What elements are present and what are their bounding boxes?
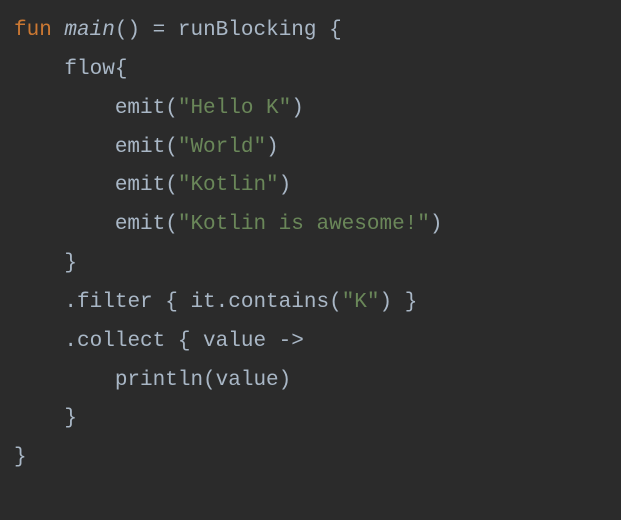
string-literal: "Kotlin is awesome!"	[178, 213, 430, 236]
string-literal: "K"	[342, 291, 380, 314]
code-line-8: .filter { it.contains("K") }	[14, 284, 607, 323]
string-literal: "Kotlin"	[178, 174, 279, 197]
brace-close: }	[64, 407, 77, 430]
paren-close: )	[291, 97, 304, 120]
indent	[14, 369, 115, 392]
call-emit: emit(	[115, 136, 178, 159]
parens: ()	[115, 19, 140, 42]
brace-open: {	[317, 19, 342, 42]
paren-close: )	[279, 174, 292, 197]
call-emit: emit(	[115, 174, 178, 197]
call-emit: emit(	[115, 97, 178, 120]
code-line-2: flow{	[14, 51, 607, 90]
code-line-12: }	[14, 439, 607, 478]
call-collect: collect { value ->	[77, 330, 304, 353]
indent	[14, 407, 64, 430]
brace-close: }	[14, 446, 27, 469]
function-name-main: main	[64, 19, 114, 42]
paren-close: )	[430, 213, 443, 236]
call-println: println(value)	[115, 369, 291, 392]
brace-open: {	[115, 58, 128, 81]
string-literal: "World"	[178, 136, 266, 159]
code-editor[interactable]: fun main() = runBlocking { flow{ emit("H…	[14, 12, 607, 478]
indent	[14, 58, 64, 81]
code-line-5: emit("Kotlin")	[14, 167, 607, 206]
code-line-3: emit("Hello K")	[14, 90, 607, 129]
dot: .	[64, 291, 77, 314]
call-runblocking: runBlocking	[178, 19, 317, 42]
code-line-7: }	[14, 245, 607, 284]
brace-close: }	[64, 252, 77, 275]
paren-close: )	[266, 136, 279, 159]
call-filter: filter { it.contains(	[77, 291, 342, 314]
indent	[14, 252, 64, 275]
call-flow: flow	[64, 58, 114, 81]
dot: .	[64, 330, 77, 353]
code-line-11: }	[14, 400, 607, 439]
code-line-4: emit("World")	[14, 129, 607, 168]
space	[52, 19, 65, 42]
indent	[14, 136, 115, 159]
code-line-10: println(value)	[14, 362, 607, 401]
indent	[14, 330, 64, 353]
indent	[14, 97, 115, 120]
equals: =	[140, 19, 178, 42]
code-line-6: emit("Kotlin is awesome!")	[14, 206, 607, 245]
keyword-fun: fun	[14, 19, 52, 42]
indent	[14, 213, 115, 236]
string-literal: "Hello K"	[178, 97, 291, 120]
code-line-1: fun main() = runBlocking {	[14, 12, 607, 51]
indent	[14, 291, 64, 314]
code-line-9: .collect { value ->	[14, 323, 607, 362]
indent	[14, 174, 115, 197]
call-emit: emit(	[115, 213, 178, 236]
paren-close: ) }	[380, 291, 418, 314]
